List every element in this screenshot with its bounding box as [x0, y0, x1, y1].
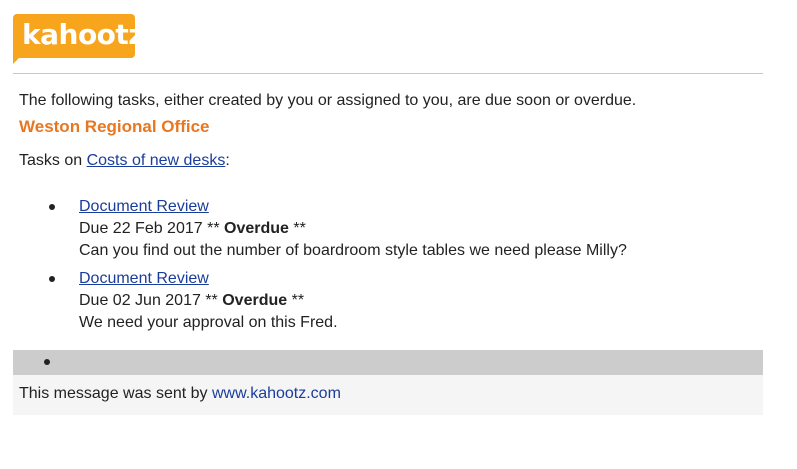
bullet-icon: [49, 204, 55, 210]
bullet-icon: [44, 359, 50, 365]
task-list: Document Review Due 22 Feb 2017 ** Overd…: [0, 196, 760, 334]
tasks-on-prefix: Tasks on: [19, 152, 87, 169]
costs-of-new-desks-link[interactable]: Costs of new desks: [87, 152, 226, 169]
office-name: Weston Regional Office: [19, 117, 210, 136]
footer: This message was sent by www.kahootz.com: [13, 375, 763, 415]
bullet-icon: [49, 276, 55, 282]
task-item: Document Review Due 22 Feb 2017 ** Overd…: [0, 196, 760, 262]
footer-prefix: This message was sent by: [19, 385, 212, 402]
email-page: kahootz The following tasks, either crea…: [0, 0, 797, 469]
task-due-line: Due 02 Jun 2017 ** Overdue **: [79, 290, 760, 312]
task-title-link[interactable]: Document Review: [79, 198, 209, 215]
task-status: Overdue: [222, 292, 288, 309]
intro-text: The following tasks, either created by y…: [19, 92, 637, 109]
task-status-suffix: **: [287, 292, 305, 309]
task-due-line: Due 22 Feb 2017 ** Overdue **: [79, 218, 760, 240]
task-description: Can you find out the number of boardroom…: [79, 242, 627, 259]
kahootz-website-link[interactable]: www.kahootz.com: [212, 385, 341, 402]
header-divider: [13, 73, 763, 74]
task-title-link[interactable]: Document Review: [79, 270, 209, 287]
tasks-on-line: Tasks on Costs of new desks:: [19, 151, 230, 171]
task-description: We need your approval on this Fred.: [79, 314, 338, 331]
logo-text: kahootz: [22, 18, 145, 51]
tasks-on-suffix: :: [225, 152, 230, 169]
kahootz-logo: kahootz: [13, 14, 145, 64]
task-status: Overdue: [224, 220, 289, 237]
footer-text: This message was sent by www.kahootz.com: [19, 384, 341, 404]
task-status-suffix: **: [288, 220, 306, 237]
logo-speech-tail: [13, 54, 23, 64]
task-due-date: Due 02 Jun 2017 **: [79, 292, 223, 309]
task-item: Document Review Due 02 Jun 2017 ** Overd…: [0, 268, 760, 334]
separator-bar: [13, 350, 763, 375]
task-due-date: Due 22 Feb 2017 **: [79, 220, 224, 237]
